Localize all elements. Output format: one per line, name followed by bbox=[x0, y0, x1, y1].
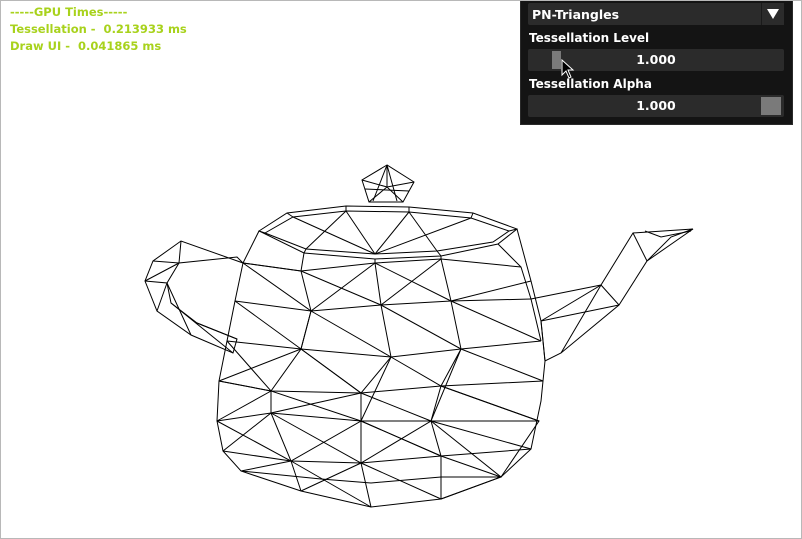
gpu-times-overlay: -----GPU Times----- Tessellation - 0.213… bbox=[10, 4, 187, 55]
render-viewport[interactable]: -----GPU Times----- Tessellation - 0.213… bbox=[0, 0, 802, 539]
tess-level-label: Tessellation Level bbox=[529, 31, 650, 45]
tessellation-time: Tessellation - 0.213933 ms bbox=[10, 22, 187, 36]
mode-dropdown-value: PN-Triangles bbox=[532, 6, 620, 22]
draw-ui-time: Draw UI - 0.041865 ms bbox=[10, 39, 162, 53]
tess-alpha-label: Tessellation Alpha bbox=[529, 77, 652, 91]
mouse-cursor-icon bbox=[561, 59, 575, 79]
mode-dropdown[interactable]: PN-Triangles bbox=[528, 3, 784, 25]
triangle-down-icon[interactable] bbox=[761, 3, 784, 25]
tess-alpha-slider[interactable]: 1.000 bbox=[528, 95, 784, 117]
tess-alpha-value: 1.000 bbox=[636, 98, 676, 113]
gpu-times-header: -----GPU Times----- bbox=[10, 5, 128, 19]
